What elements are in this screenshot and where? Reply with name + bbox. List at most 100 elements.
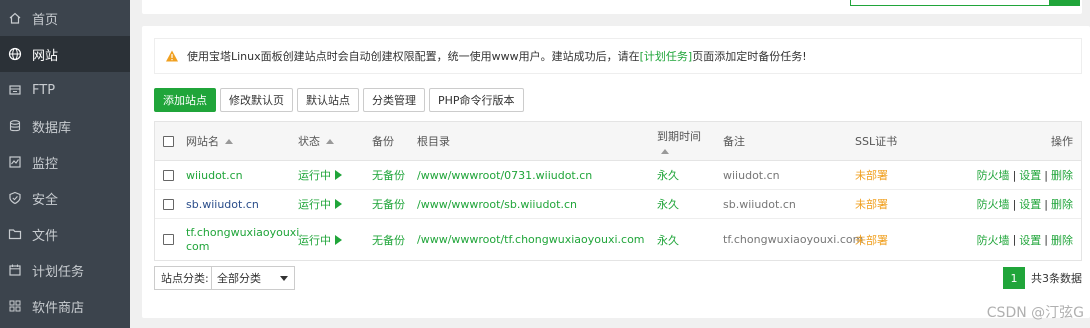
default-site-button[interactable]: 默认站点	[297, 88, 359, 112]
firewall-link[interactable]: 防火墙	[977, 167, 1010, 183]
ssl-link[interactable]: 未部署	[855, 190, 888, 218]
play-icon	[335, 199, 342, 209]
firewall-link[interactable]: 防火墙	[977, 232, 1010, 248]
warning-icon	[165, 49, 179, 63]
sidebar-item-files[interactable]: 文件	[0, 216, 130, 252]
sidebar-item-label: 安全	[32, 192, 59, 208]
folder-icon	[8, 227, 22, 241]
search-input[interactable]	[850, 0, 1050, 6]
sidebar-item-website[interactable]: 网站	[0, 36, 130, 72]
header-status[interactable]: 状态	[298, 122, 334, 160]
category-manage-button[interactable]: 分类管理	[363, 88, 425, 112]
category-select[interactable]: 全部分类	[211, 266, 295, 290]
calendar-icon	[8, 263, 22, 277]
play-icon	[335, 234, 342, 245]
root-path-link[interactable]: /www/wwwroot/0731.wiiudot.cn	[417, 161, 592, 189]
sidebar-item-ftp[interactable]: FTP	[0, 72, 130, 108]
grid-icon	[8, 299, 22, 313]
expire-link[interactable]: 永久	[657, 219, 679, 260]
settings-link[interactable]: 设置	[1019, 196, 1041, 212]
expire-link[interactable]: 永久	[657, 161, 679, 189]
page-button[interactable]: 1	[1003, 267, 1025, 289]
firewall-link[interactable]: 防火墙	[977, 196, 1010, 212]
row-checkbox[interactable]	[163, 169, 174, 181]
site-list-card: 使用宝塔Linux面板创建站点时会自动创建权限配置，统一使用www用户。建站成功…	[142, 26, 1090, 318]
site-name-link[interactable]: tf.chongwuxiaoyouxi. com	[186, 219, 303, 260]
table-row: tf.chongwuxiaoyouxi. com 运行中 无备份 /www/ww…	[155, 219, 1081, 260]
note-text[interactable]: sb.wiiudot.cn	[723, 190, 796, 218]
header-expire[interactable]: 到期时间	[657, 122, 701, 160]
sort-arrow-icon	[661, 149, 669, 154]
header-backup: 备份	[372, 135, 394, 148]
sidebar-item-label: 首页	[32, 12, 59, 28]
monitor-icon	[8, 155, 22, 169]
note-text[interactable]: wiiudot.cn	[723, 161, 780, 189]
site-name-link[interactable]: sb.wiiudot.cn	[186, 190, 259, 218]
delete-link[interactable]: 删除	[1051, 232, 1073, 248]
notice-text-tail: 页面添加定时备份任务!	[692, 50, 807, 63]
select-all-checkbox[interactable]	[163, 135, 174, 147]
status-label: 运行中	[298, 233, 331, 247]
globe-icon	[8, 47, 22, 61]
header-ssl: SSL证书	[855, 135, 898, 148]
sidebar-item-database[interactable]: 数据库	[0, 108, 130, 144]
sidebar-item-label: 文件	[32, 228, 59, 244]
delete-link[interactable]: 删除	[1051, 196, 1073, 212]
play-icon	[335, 170, 342, 180]
database-icon	[8, 119, 22, 133]
sidebar-item-security[interactable]: 安全	[0, 180, 130, 216]
table-header: 网站名 状态 备份 根目录 到期时间 备注 SSL证书 操作	[155, 122, 1081, 161]
root-path-link[interactable]: /www/wwwroot/sb.wiiudot.cn	[417, 190, 577, 218]
home-icon	[8, 11, 22, 25]
header-status-label: 状态	[298, 135, 320, 148]
sidebar-item-label: 网站	[32, 48, 59, 64]
site-name-line2: com	[186, 239, 210, 253]
php-cli-version-button[interactable]: PHP命令行版本	[429, 88, 524, 112]
table-footer: 站点分类: 全部分类 1 共3条数据	[154, 266, 1082, 290]
site-table: 网站名 状态 备份 根目录 到期时间 备注 SSL证书 操作 wiiudot.c…	[154, 121, 1082, 261]
backup-link[interactable]: 无备份	[372, 190, 405, 218]
header-note: 备注	[723, 135, 745, 148]
watermark: CSDN @汀弦G	[986, 305, 1084, 321]
status-running[interactable]: 运行中	[298, 161, 342, 189]
status-running[interactable]: 运行中	[298, 190, 342, 218]
site-name-link[interactable]: wiiudot.cn	[186, 161, 243, 189]
header-expire-label: 到期时间	[657, 130, 701, 143]
expire-link[interactable]: 永久	[657, 190, 679, 218]
delete-link[interactable]: 删除	[1051, 167, 1073, 183]
header-name[interactable]: 网站名	[186, 122, 233, 160]
backup-link[interactable]: 无备份	[372, 161, 405, 189]
header-root: 根目录	[417, 135, 450, 148]
ssl-link[interactable]: 未部署	[855, 161, 888, 189]
status-label: 运行中	[298, 169, 331, 182]
sidebar-item-label: FTP	[32, 82, 56, 98]
row-checkbox[interactable]	[163, 198, 174, 210]
settings-link[interactable]: 设置	[1019, 232, 1041, 248]
sidebar-item-cron[interactable]: 计划任务	[0, 252, 130, 288]
sidebar-item-store[interactable]: 软件商店	[0, 288, 130, 324]
site-name-line1: tf.chongwuxiaoyouxi.	[186, 225, 303, 239]
status-running[interactable]: 运行中	[298, 219, 342, 260]
total-count: 共3条数据	[1031, 272, 1082, 285]
row-checkbox[interactable]	[163, 234, 174, 245]
backup-link[interactable]: 无备份	[372, 219, 405, 260]
add-site-button[interactable]: 添加站点	[154, 88, 216, 112]
settings-link[interactable]: 设置	[1019, 167, 1041, 183]
header-ops: 操作	[1051, 135, 1073, 148]
root-path-link[interactable]: /www/wwwroot/tf.chongwuxiaoyouxi.com	[417, 219, 645, 260]
table-row: wiiudot.cn 运行中 无备份 /www/wwwroot/0731.wii…	[155, 161, 1081, 190]
cron-link[interactable]: [计划任务]	[640, 48, 693, 64]
ssl-link[interactable]: 未部署	[855, 219, 888, 260]
sort-arrow-icon	[225, 138, 233, 144]
sidebar-item-monitor[interactable]: 监控	[0, 144, 130, 180]
sidebar-item-label: 软件商店	[32, 300, 85, 316]
status-label: 运行中	[298, 198, 331, 211]
row-ops: 防火墙 | 设置 | 删除	[976, 167, 1073, 183]
search-button[interactable]	[1050, 0, 1080, 6]
sidebar: 首页 网站 FTP 数据库 监控 安全 文件 计划任务 软件商店	[0, 0, 130, 328]
row-ops: 防火墙 | 设置 | 删除	[976, 232, 1073, 248]
sidebar-item-home[interactable]: 首页	[0, 0, 130, 36]
note-text[interactable]: tf.chongwuxiaoyouxi.com	[723, 219, 863, 260]
edit-default-page-button[interactable]: 修改默认页	[220, 88, 293, 112]
category-selected-value: 全部分类	[217, 272, 261, 285]
